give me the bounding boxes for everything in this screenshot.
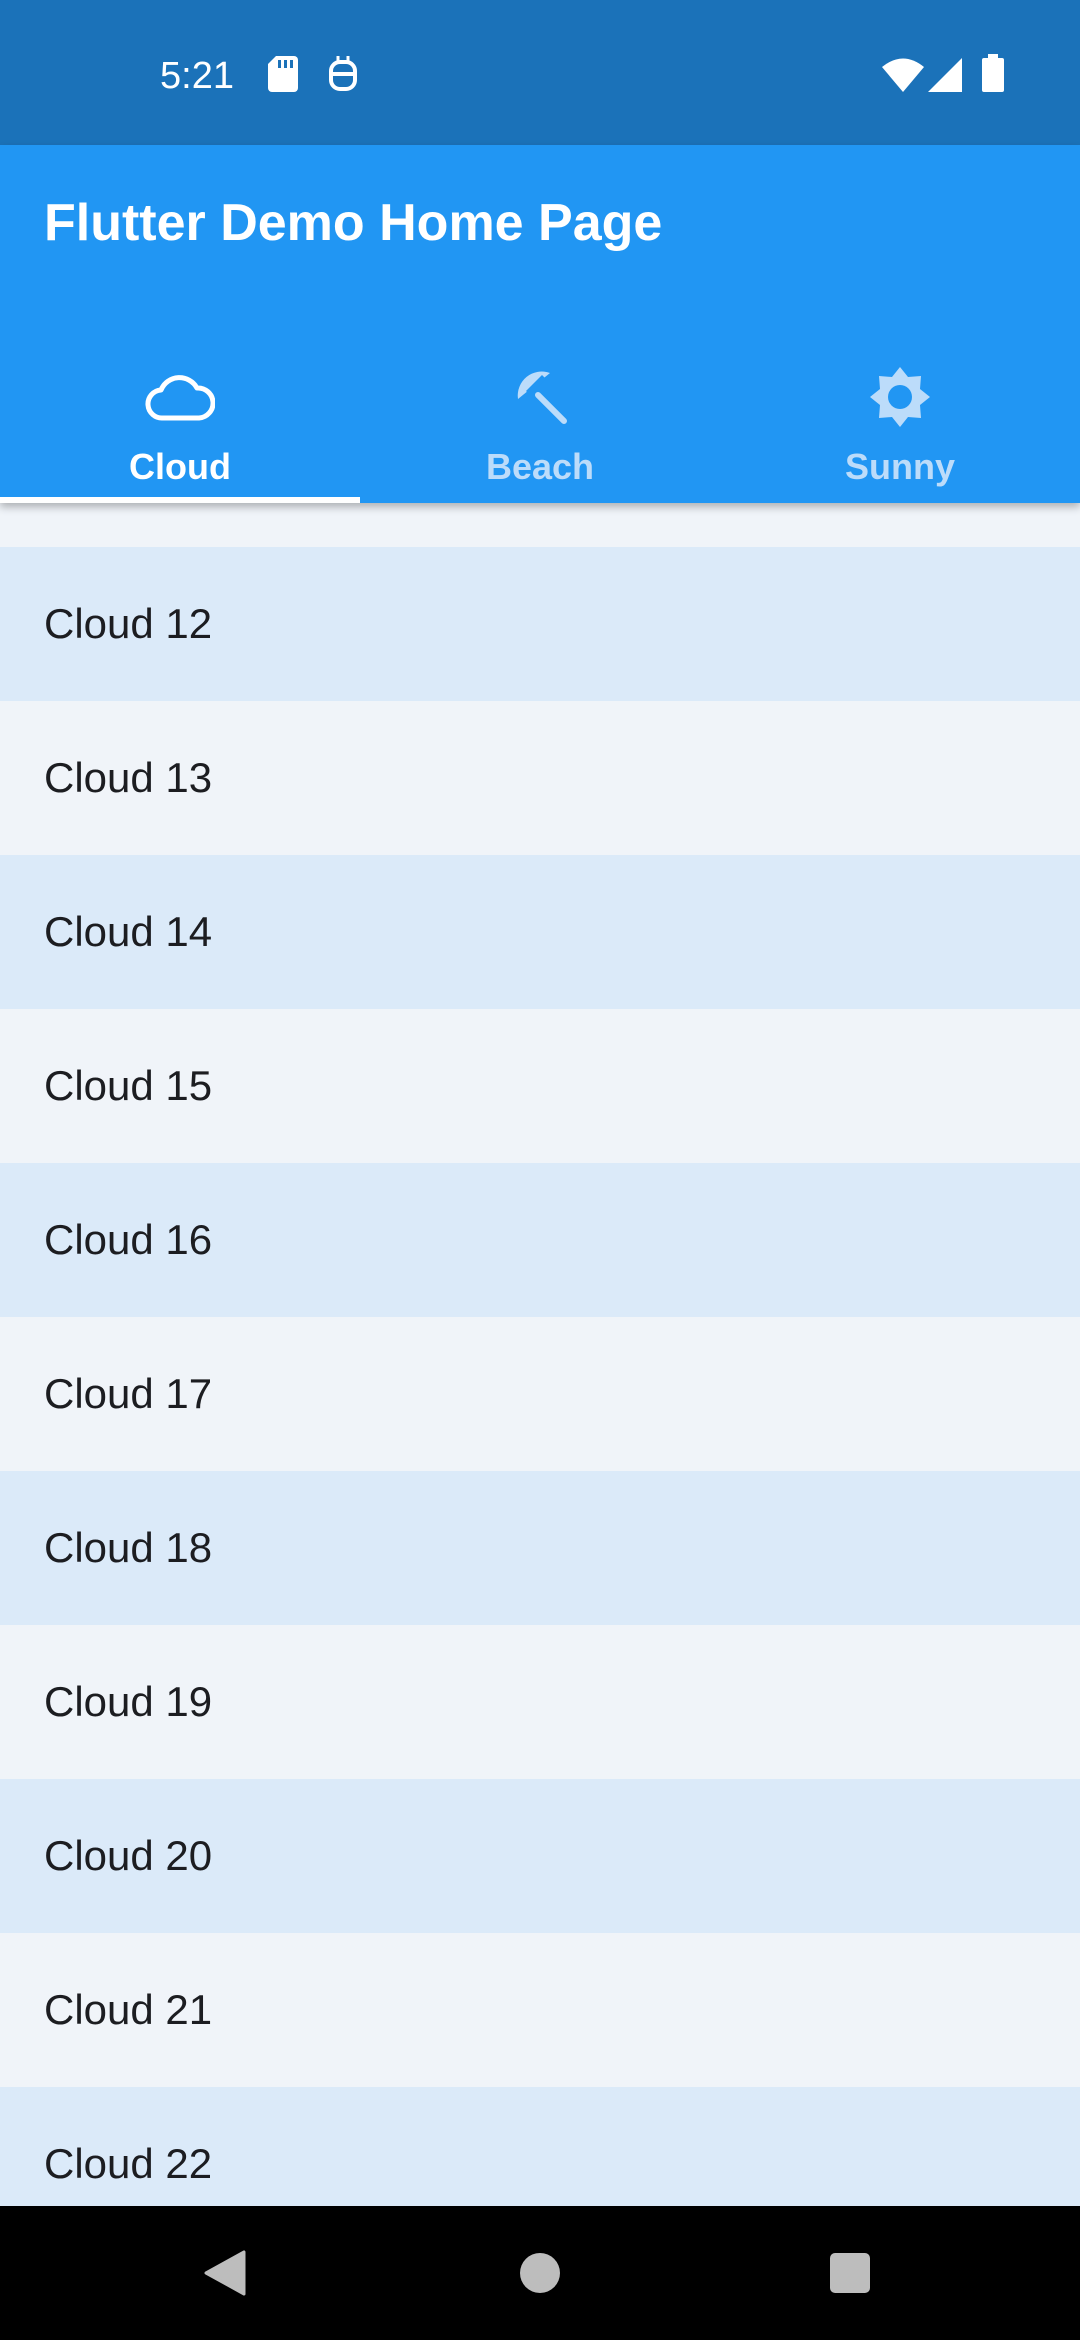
cloud-list[interactable]: Cloud 12 Cloud 13 Cloud 14 Cloud 15 Clou… xyxy=(0,503,1080,2206)
back-icon[interactable] xyxy=(204,2250,246,2301)
tab-label: Beach xyxy=(485,446,595,487)
home-icon[interactable] xyxy=(519,2252,561,2299)
battery-icon xyxy=(982,54,1004,97)
list-item-label: Cloud 22 xyxy=(44,2140,213,2187)
list-item[interactable]: Cloud 20 xyxy=(0,1779,1080,1933)
list-item-label: Cloud 15 xyxy=(44,1062,213,1109)
android-debug-icon xyxy=(328,56,358,97)
list-item[interactable]: Cloud 19 xyxy=(0,1625,1080,1779)
status-time: 5:21 xyxy=(160,55,234,97)
sunny-icon xyxy=(868,365,932,429)
page-title: Flutter Demo Home Page xyxy=(44,194,663,252)
app-bar: Flutter Demo Home Page Cloud Beach Sunny xyxy=(0,145,1080,503)
status-bar: 5:21 xyxy=(0,0,1080,145)
list-item-label: Cloud 12 xyxy=(44,600,213,647)
tab-cloud[interactable]: Cloud xyxy=(0,317,360,503)
tab-beach[interactable]: Beach xyxy=(360,317,720,503)
list-item[interactable]: Cloud 22 xyxy=(0,2087,1080,2206)
list-item-label: Cloud 17 xyxy=(44,1370,213,1417)
signal-icon xyxy=(928,58,962,97)
list-item-label: Cloud 13 xyxy=(44,754,213,801)
list-item-label: Cloud 20 xyxy=(44,1832,213,1879)
sd-card-icon xyxy=(268,56,298,97)
list-spacer xyxy=(0,503,1080,547)
tab-bar: Cloud Beach Sunny xyxy=(0,317,1080,503)
list-item[interactable]: Cloud 12 xyxy=(0,547,1080,701)
tab-label: Sunny xyxy=(844,446,955,487)
list-item[interactable]: Cloud 18 xyxy=(0,1471,1080,1625)
cloud-icon xyxy=(145,365,215,429)
beach-access-icon xyxy=(512,365,568,429)
system-nav-bar xyxy=(0,2206,1080,2340)
list-item-label: Cloud 16 xyxy=(44,1216,213,1263)
tab-label: Cloud xyxy=(129,446,231,487)
list-item[interactable]: Cloud 14 xyxy=(0,855,1080,1009)
list-item[interactable]: Cloud 15 xyxy=(0,1009,1080,1163)
list-item-label: Cloud 21 xyxy=(44,1986,213,2033)
list-item-label: Cloud 18 xyxy=(44,1524,213,1571)
list-item[interactable]: Cloud 13 xyxy=(0,701,1080,855)
list-item[interactable]: Cloud 17 xyxy=(0,1317,1080,1471)
wifi-icon xyxy=(882,58,924,97)
list-item[interactable]: Cloud 21 xyxy=(0,1933,1080,2087)
list-item[interactable]: Cloud 16 xyxy=(0,1163,1080,1317)
tab-sunny[interactable]: Sunny xyxy=(720,317,1080,503)
list-item-label: Cloud 19 xyxy=(44,1678,213,1725)
tab-indicator xyxy=(0,497,360,503)
recents-icon[interactable] xyxy=(830,2253,870,2298)
list-item-label: Cloud 14 xyxy=(44,908,213,955)
